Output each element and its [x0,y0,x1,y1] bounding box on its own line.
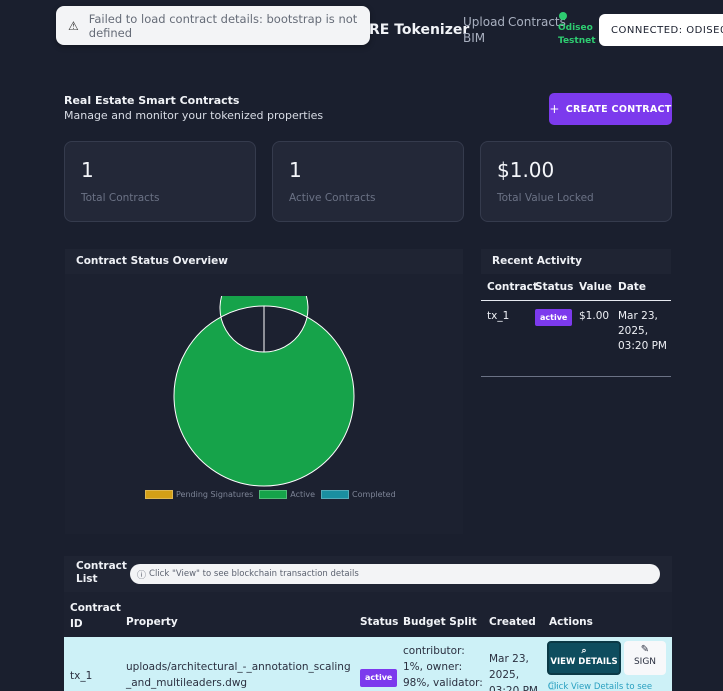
legend-label: Active [290,490,316,499]
warning-icon: ⚠ [68,18,79,33]
stat-card-active: 1 Active Contracts [272,141,464,222]
cell-property: uploads/architectural_-_annotation_scali… [126,661,351,689]
contract-list-title: Contract List [76,560,127,585]
network-status: Odiseo Testnet [558,12,596,48]
sign-label: SIGN [633,657,657,667]
legend-label: Completed [352,490,396,499]
status-badge: active [535,309,573,326]
cell-value: $1.00 [579,310,610,322]
col-budget-split: Budget Split [403,616,477,628]
stat-label: Total Value Locked [497,192,594,204]
plus-icon: + [549,102,560,116]
cell-budget-split: contributor: 1%, owner: 98%, validator: [403,645,483,689]
stat-card-total: 1 Total Contracts [64,141,256,222]
pencil-icon: ✎ [640,644,650,655]
legend-item-pending[interactable]: Pending Signatures [145,490,253,499]
create-contract-button[interactable]: + CREATE CONTRACT [549,93,672,125]
info-icon: ⓘ [137,570,147,581]
col-actions: Actions [549,616,593,628]
network-type: Testnet [558,36,596,46]
table-row[interactable]: tx_1 active $1.00 Mar 23, 2025, 03:20 PM [481,301,671,377]
legend-item-active[interactable]: Active [259,490,315,499]
toast-message: Failed to load contract details: bootstr… [88,11,358,40]
activity-table: Contract Status Value Date tx_1 active $… [481,274,671,377]
col-status: Status [535,281,574,293]
col-value: Value [579,281,612,293]
col-contract: Contract [487,281,538,293]
stat-value: 1 [81,158,94,182]
legend-label: Pending Signatures [176,490,254,499]
cell-contract: tx_1 [487,310,510,322]
stat-card-tvl: $1.00 Total Value Locked [480,141,672,222]
cell-contract-id: tx_1 [70,670,93,682]
cell-created: Mar 23, 2025, 03:20 PM [489,653,538,691]
chart-legend: Pending Signatures Active Completed [145,490,402,499]
create-contract-label: CREATE CONTRACT [565,103,672,115]
col-property: Property [126,616,178,628]
status-dot-icon [559,12,567,20]
contract-table-header: Contract ID Property Status Budget Split… [64,592,672,637]
overview-panel-header: Contract Status Overview [65,249,463,274]
cell-date: Mar 23, 2025, 03:20 PM [618,310,667,352]
legend-item-completed[interactable]: Completed [321,490,396,499]
cell-status: active [535,309,579,376]
app-brand[interactable]: RE Tokenizer [369,22,469,38]
page-title: Real Estate Smart Contracts [64,94,240,107]
view-details-label: VIEW DETAILS [550,657,618,667]
table-row[interactable]: tx_1 uploads/architectural_-_annotation_… [64,637,672,691]
col-contract-id: Contract ID [70,602,121,630]
col-date: Date [618,281,646,293]
stat-value: $1.00 [497,158,555,182]
stat-label: Active Contracts [289,192,376,204]
status-badge: active [360,669,398,687]
col-created: Created [489,616,536,628]
view-details-button[interactable]: ⌕ VIEW DETAILS [547,641,621,675]
stat-value: 1 [289,158,302,182]
activity-table-header: Contract Status Value Date [481,274,671,301]
hint-text: Click "View" to see blockchain transacti… [149,569,359,579]
legend-swatch [321,490,350,499]
wallet-connect-button[interactable]: CONNECTED: ODISE01N... [599,14,723,46]
legend-swatch [145,490,173,499]
nav-upload-bim[interactable]: Upload BIM [463,14,505,46]
legend-swatch [259,490,288,499]
row-hint-text: Click View Details to see [548,682,653,691]
contract-list-hint: ⓘ Click "View" to see blockchain transac… [130,564,660,584]
search-icon: ⌕ [581,646,587,656]
activity-panel-header: Recent Activity [481,249,671,274]
status-donut-chart [173,296,355,487]
toast-notification: ⚠ Failed to load contract details: boots… [56,6,370,45]
stat-label: Total Contracts [81,192,160,204]
col-status: Status [360,616,399,628]
sign-button[interactable]: ✎ SIGN [624,641,666,675]
page-subtitle: Manage and monitor your tokenized proper… [64,109,324,122]
network-name: Odiseo [558,23,593,33]
